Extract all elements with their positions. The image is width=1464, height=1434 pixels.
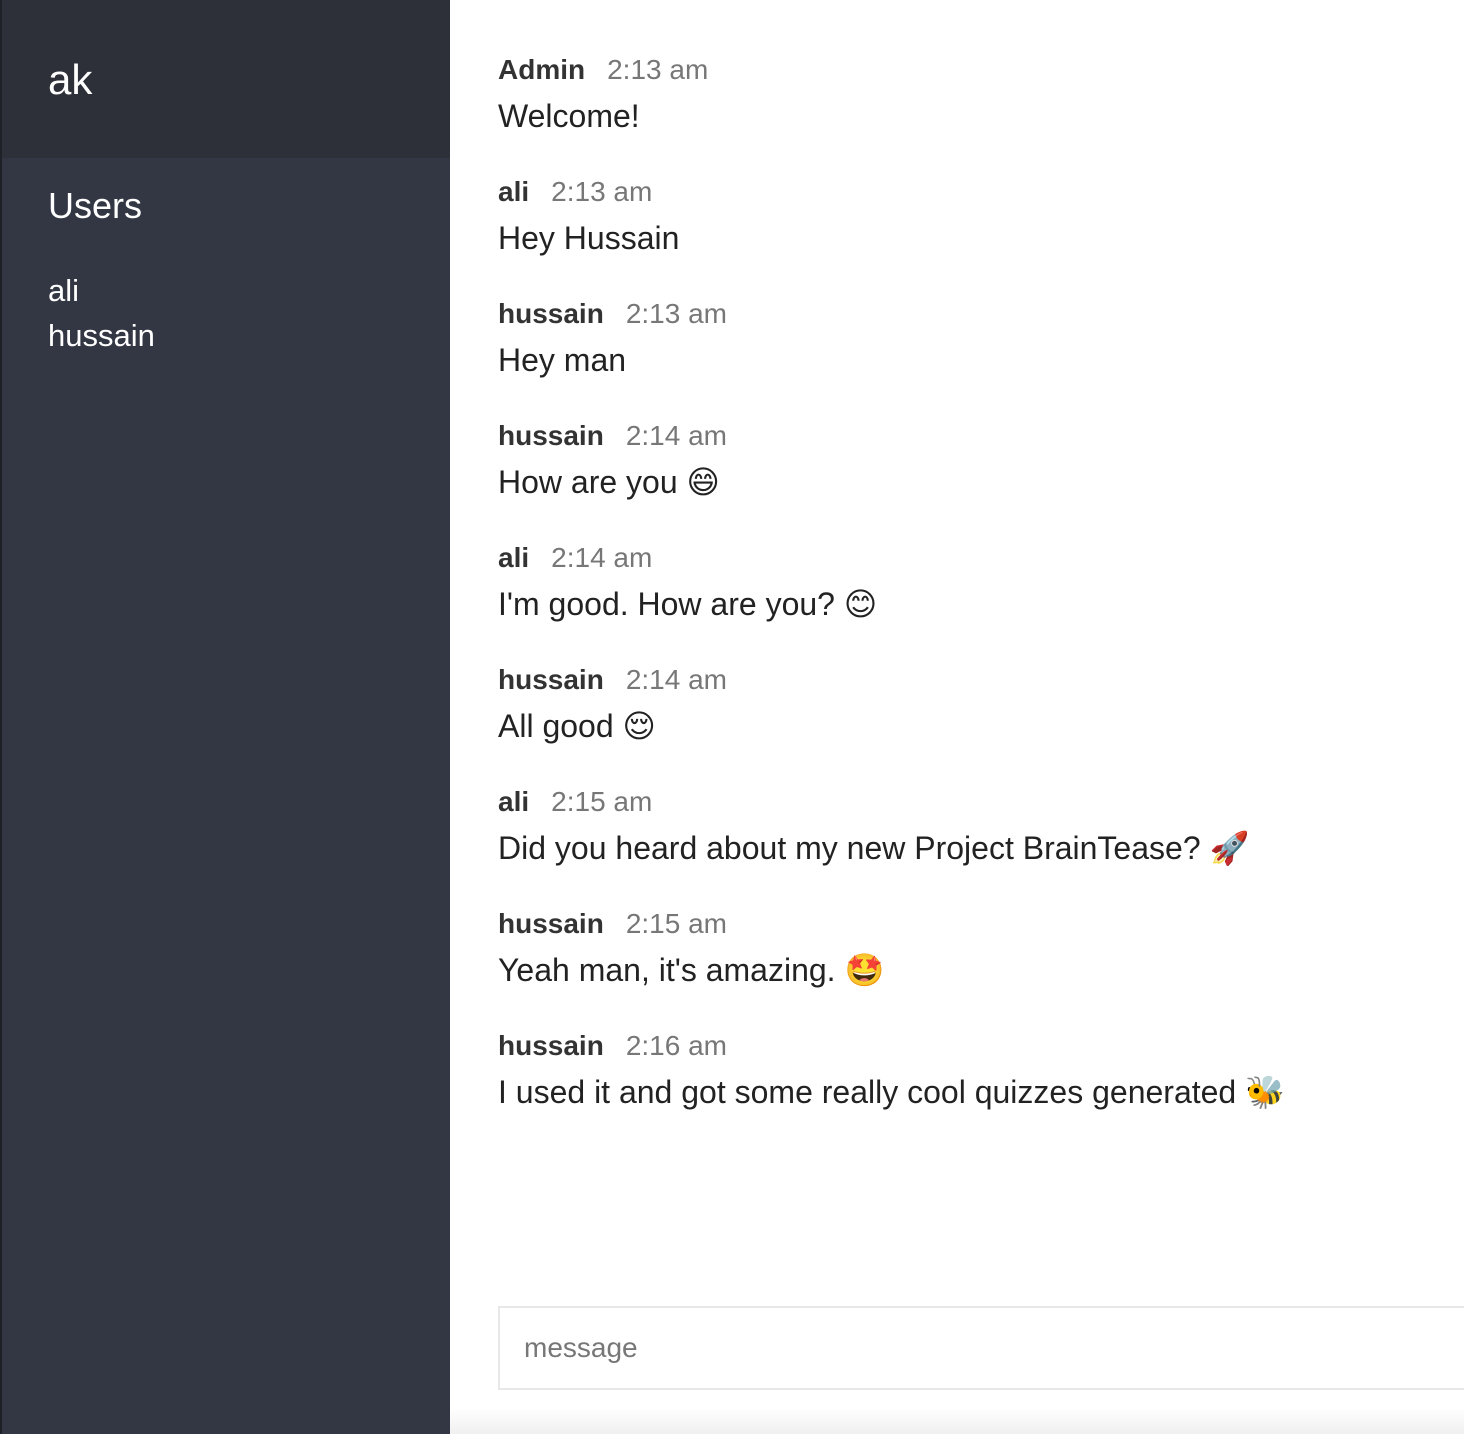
message-list[interactable]: Admin 2:13 am Welcome! ali 2:13 am Hey Hus… [450,0,1464,1113]
message-time: 2:13 am [551,176,653,207]
message: ali 2:14 am I'm good. How are you? 😊 [498,540,1464,625]
message-meta: hussain 2:15 am [498,906,1464,942]
user-list-item: ali [48,273,80,308]
message-text: Did you heard about my new Project Brain… [498,830,1250,866]
message-time: 2:14 am [551,542,653,573]
message: ali 2:13 am Hey Hussain [498,174,1464,259]
message-text: Yeah man, it's amazing. 🤩 [498,952,885,988]
message-author: hussain [498,298,604,329]
user-list-item: hussain [48,318,155,353]
chat-app: ak Users ali hussain Admin 2:13 am Welcom… [0,0,1464,1434]
message-author: Admin [498,54,586,85]
message-author: ali [498,542,530,573]
message: hussain 2:15 am Yeah man, it's amazing. 🤩 [498,906,1464,991]
sidebar: ak Users ali hussain [0,0,450,1434]
message-author: hussain [498,664,604,695]
message-composer [450,1258,1464,1434]
message-time: 2:13 am [625,298,727,329]
message-meta: hussain 2:13 am [498,296,1464,332]
message-text: I used it and got some really cool quizz… [498,1074,1285,1110]
room-title: ak [48,56,93,103]
message-meta: hussain 2:14 am [498,662,1464,698]
message-meta: hussain 2:16 am [498,1028,1464,1064]
message: Admin 2:13 am Welcome! [498,52,1464,137]
message-author: hussain [498,1030,604,1061]
message-time: 2:15 am [625,908,727,939]
message: ali 2:15 am Did you heard about my new Pr… [498,784,1464,869]
message: hussain 2:14 am All good 😌 [498,662,1464,747]
message-time: 2:16 am [625,1030,727,1061]
chat-main: Admin 2:13 am Welcome! ali 2:13 am Hey Hus… [450,0,1464,1434]
message-time: 2:13 am [607,54,709,85]
message-meta: Admin 2:13 am [498,52,1464,88]
user-list: ali hussain [48,268,450,358]
message: hussain 2:16 am I used it and got some re… [498,1028,1464,1113]
message-text: Hey Hussain [498,220,680,256]
message-meta: ali 2:14 am [498,540,1464,576]
message-text: I'm good. How are you? 😊 [498,586,878,622]
message-time: 2:14 am [625,664,727,695]
message: hussain 2:14 am How are you 😄 [498,418,1464,503]
message-input[interactable] [498,1306,1464,1390]
message: hussain 2:13 am Hey man [498,296,1464,381]
message-meta: ali 2:13 am [498,174,1464,210]
message-author: hussain [498,908,604,939]
message-text: How are you 😄 [498,464,720,500]
users-heading: Users [48,185,143,226]
message-meta: hussain 2:14 am [498,418,1464,454]
message-meta: ali 2:15 am [498,784,1464,820]
message-text: Welcome! [498,98,640,134]
message-author: ali [498,786,530,817]
message-text: Hey man [498,342,627,378]
users-section: Users ali hussain [2,158,450,358]
sidebar-header: ak [2,0,450,158]
message-time: 2:15 am [551,786,653,817]
message-author: ali [498,176,530,207]
message-time: 2:14 am [625,420,727,451]
message-text: All good 😌 [498,708,656,744]
message-author: hussain [498,420,604,451]
